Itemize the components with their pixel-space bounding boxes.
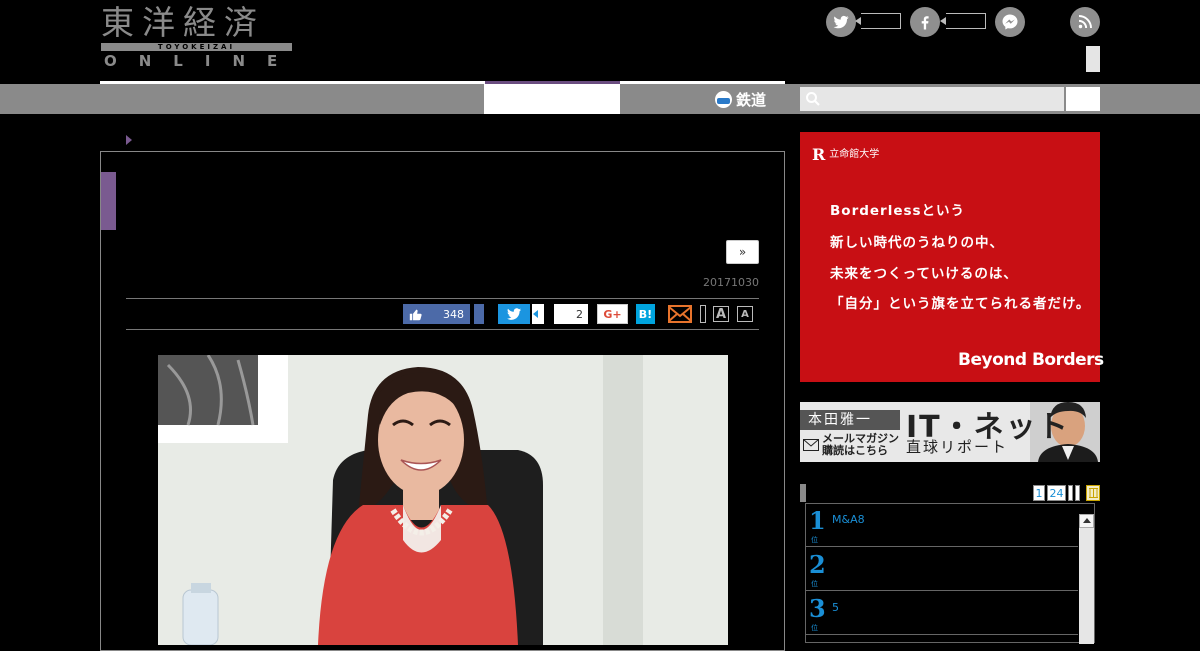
twitter-count-box bbox=[855, 13, 901, 29]
ranking-tab[interactable] bbox=[1068, 485, 1073, 501]
nav-active-tab[interactable] bbox=[484, 84, 620, 114]
font-size-small-button[interactable]: A bbox=[737, 306, 753, 322]
ranking-number: 1 bbox=[809, 506, 826, 535]
rss-icon[interactable] bbox=[1070, 7, 1100, 37]
ranking-item[interactable]: 3 位 5 bbox=[806, 592, 1078, 635]
tweet-count bbox=[532, 304, 544, 324]
breadcrumb-arrow-icon bbox=[126, 135, 132, 145]
tweet-button[interactable] bbox=[498, 304, 530, 324]
logo-online[interactable]: ONLINE bbox=[104, 52, 299, 70]
search-button[interactable] bbox=[1066, 87, 1100, 111]
train-icon bbox=[715, 90, 732, 108]
ad-copy-line: 新しい時代のうねりの中、 bbox=[830, 235, 1004, 251]
google-count: 2 bbox=[554, 304, 588, 324]
ad-copy-line: Borderlessという bbox=[830, 203, 966, 219]
ranking-number-suffix: 位 bbox=[811, 624, 818, 632]
twitter-icon[interactable] bbox=[826, 7, 856, 37]
facebook-like-count: 348 bbox=[443, 307, 464, 321]
article-photo bbox=[158, 355, 728, 645]
divider bbox=[126, 298, 759, 299]
ranking-number-suffix: 位 bbox=[811, 580, 818, 588]
title-accent-bar bbox=[101, 172, 116, 230]
ranking-tab-extra[interactable] bbox=[1086, 485, 1100, 501]
logo-kanji[interactable]: 東洋経済 bbox=[101, 4, 265, 42]
column-icon bbox=[1088, 488, 1098, 498]
nav-item-railway[interactable]: 鉄道 bbox=[715, 84, 766, 114]
search-input[interactable] bbox=[800, 87, 1064, 111]
ranking-scrollbar[interactable] bbox=[1079, 514, 1094, 644]
nav-top-line bbox=[100, 81, 785, 84]
hatena-bookmark-button[interactable]: B! bbox=[636, 304, 655, 324]
facebook-like-button[interactable]: 348 bbox=[403, 304, 470, 324]
ranking-header-bar bbox=[800, 484, 806, 502]
nav-item-railway-label: 鉄道 bbox=[736, 90, 767, 109]
scroll-up-arrow-icon[interactable] bbox=[1079, 514, 1094, 528]
banner-author: 本田雅一 bbox=[800, 410, 900, 430]
ranking-tab[interactable] bbox=[1075, 485, 1080, 501]
banner-subtitle: 直球リポート bbox=[906, 438, 1009, 456]
font-size-separator bbox=[700, 305, 706, 323]
ranking-tab-1[interactable]: 1 bbox=[1033, 485, 1045, 501]
ranking-title[interactable]: M&A8 bbox=[832, 513, 865, 526]
facebook-share-button[interactable] bbox=[474, 304, 484, 324]
ad-logo-name: 立命館大学 bbox=[829, 148, 880, 160]
ad-copy-line: 未来をつくっていけるのは、 bbox=[830, 266, 1018, 282]
facebook-icon[interactable] bbox=[910, 7, 940, 37]
banner-mag-line2: 購読はこちら bbox=[822, 444, 888, 457]
ranking-tab-24[interactable]: 24 bbox=[1047, 485, 1066, 501]
ad-tagline: Beyond Borders bbox=[958, 350, 1104, 370]
ranking-item[interactable]: 1 位 M&A8 bbox=[806, 504, 1078, 547]
envelope-icon bbox=[803, 439, 819, 451]
ranking-item[interactable]: 2 位 bbox=[806, 548, 1078, 591]
logo-roman: TOYOKEIZAI bbox=[101, 43, 292, 51]
mail-icon[interactable] bbox=[668, 304, 692, 324]
ranking-number: 2 bbox=[809, 550, 826, 579]
sidebar-ad[interactable] bbox=[800, 132, 1100, 382]
ad-copy-line: 「自分」という旗を立てられる者だけ。 bbox=[830, 296, 1091, 312]
banner-newsletter-link[interactable]: メールマガジン 購読はこちら bbox=[803, 433, 899, 457]
twitter-icon bbox=[507, 308, 521, 320]
ad-logo: R 立命館大学 bbox=[812, 145, 879, 164]
messenger-icon[interactable] bbox=[995, 7, 1025, 37]
article-date: 20171030 bbox=[703, 276, 759, 289]
ranking-number-suffix: 位 bbox=[811, 536, 818, 544]
ranking-number: 3 bbox=[809, 594, 826, 623]
facebook-count-box bbox=[940, 13, 986, 29]
ranking-title[interactable]: 5 bbox=[832, 601, 839, 614]
font-size-large-button[interactable]: A bbox=[713, 306, 729, 322]
next-page-button[interactable]: » bbox=[726, 240, 759, 264]
divider bbox=[126, 329, 759, 330]
thumbs-up-icon bbox=[409, 309, 422, 320]
ad-logo-mark: R bbox=[812, 145, 826, 164]
google-plus-button[interactable]: G+ bbox=[597, 304, 628, 324]
search-icon bbox=[806, 92, 820, 106]
header-small-button[interactable] bbox=[1086, 46, 1100, 72]
